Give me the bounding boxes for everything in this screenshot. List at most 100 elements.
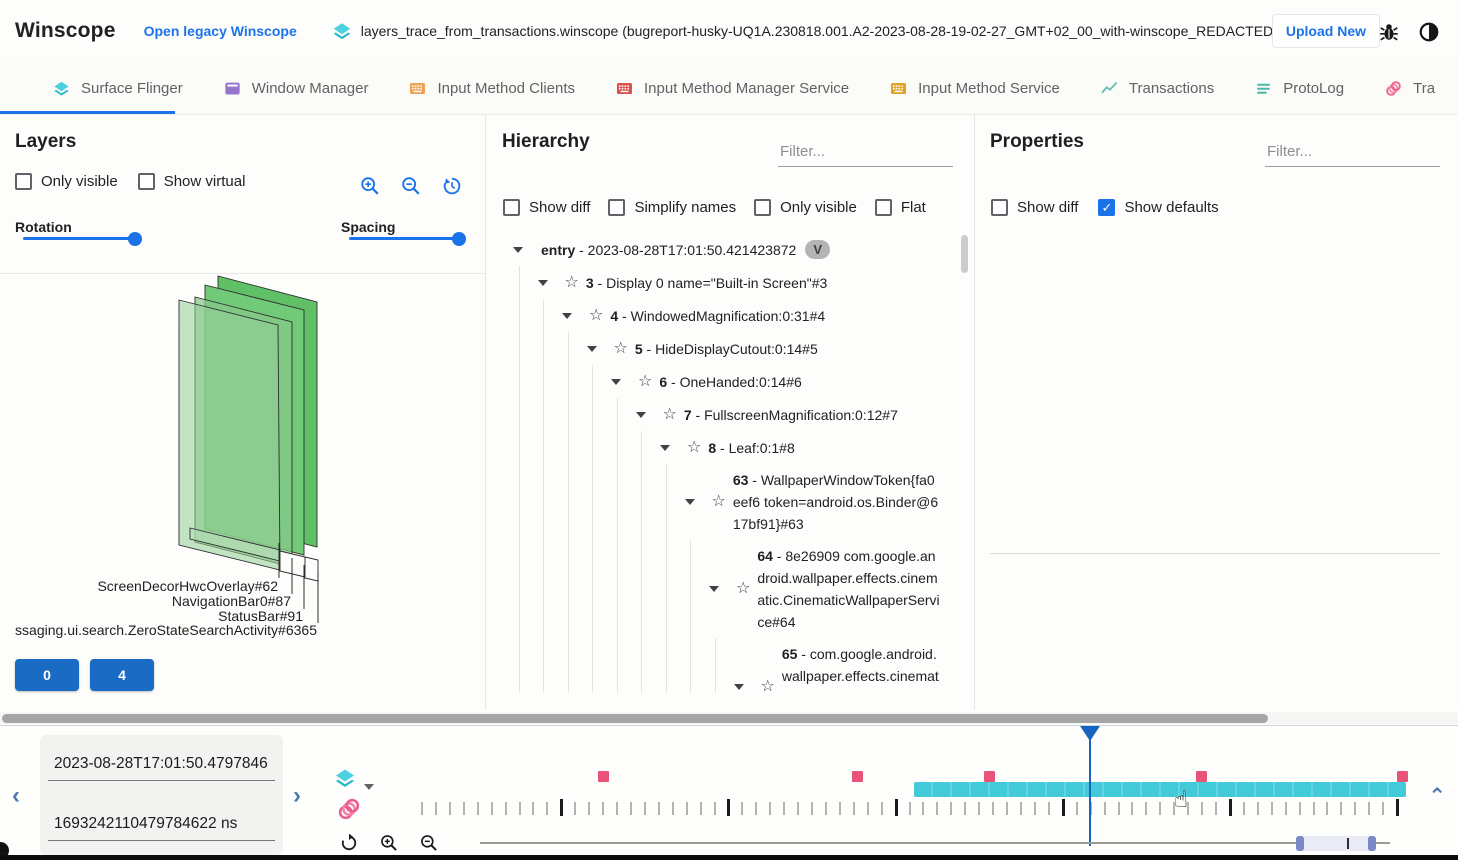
rotation-slider-track[interactable] xyxy=(23,237,136,240)
transitions-trace-icon[interactable] xyxy=(336,796,362,822)
tree-node[interactable]: ☆3 - Display 0 name="Built-in Screen"#3 xyxy=(487,266,957,299)
properties-filter-input[interactable] xyxy=(1265,139,1440,167)
checkbox[interactable] xyxy=(608,199,625,216)
tree-node[interactable]: ☆6 - OneHanded:0:14#6 xyxy=(487,365,957,398)
timeline-zoom-in-icon[interactable] xyxy=(379,833,399,853)
expand-caret-icon[interactable] xyxy=(587,346,597,352)
layer-id-button-4[interactable]: 4 xyxy=(90,659,154,691)
layers-option-only-visible[interactable]: Only visible xyxy=(15,173,118,190)
expand-caret-icon[interactable] xyxy=(538,280,548,286)
rotation-slider-thumb[interactable] xyxy=(128,232,142,246)
ruler-minor-tick xyxy=(1215,802,1217,815)
reset-view-icon[interactable] xyxy=(441,175,463,202)
timeline-range-selector[interactable] xyxy=(1296,836,1376,851)
hierarchy-option-show-diff[interactable]: Show diff xyxy=(503,199,590,216)
surfaceflinger-trace-bar[interactable] xyxy=(914,782,1406,797)
tab-input-method-service[interactable]: Input Method Service xyxy=(889,79,1060,98)
dark-mode-toggle-icon[interactable] xyxy=(1418,21,1440,43)
tree-node[interactable]: ☆ 63 - WallpaperWindowToken{fa0eef6 token… xyxy=(487,464,957,540)
range-handle-left[interactable] xyxy=(1296,836,1304,851)
tab-input-method-manager-service[interactable]: Input Method Manager Service xyxy=(615,79,849,98)
tree-node[interactable]: entry - 2023-08-28T17:01:50.421423872V xyxy=(487,233,957,266)
pin-star-icon[interactable]: ☆ xyxy=(736,581,750,597)
expand-caret-icon[interactable] xyxy=(636,412,646,418)
ruler-minor-tick xyxy=(881,802,883,815)
tab-transactions[interactable]: Transactions xyxy=(1100,79,1214,98)
expand-caret-icon[interactable] xyxy=(709,586,719,592)
range-handle-right[interactable] xyxy=(1368,836,1376,851)
properties-option-show-defaults[interactable]: ✓Show defaults xyxy=(1098,199,1218,216)
ruler-minor-tick xyxy=(769,802,771,815)
checkbox[interactable] xyxy=(875,199,892,216)
main-horizontal-scrollbar[interactable] xyxy=(0,712,1458,724)
tree-guide-line xyxy=(641,431,642,693)
refresh-icon[interactable] xyxy=(339,833,359,853)
ruler-minor-tick xyxy=(449,802,451,815)
layers-title: Layers xyxy=(15,131,76,153)
tree-node-label: 63 - WallpaperWindowToken{fa0eef6 token=… xyxy=(733,469,941,535)
pin-star-icon[interactable]: ☆ xyxy=(712,494,726,510)
checkbox[interactable] xyxy=(15,173,32,190)
expand-caret-icon[interactable] xyxy=(513,247,523,253)
zoom-in-icon[interactable] xyxy=(359,175,381,202)
timeline-zoom-out-icon[interactable] xyxy=(419,833,439,853)
open-legacy-link[interactable]: Open legacy Winscope xyxy=(144,23,297,39)
timestamp-human-input[interactable] xyxy=(48,753,275,781)
trace-select-caret-icon[interactable] xyxy=(364,784,374,790)
tree-node[interactable]: ☆64 - 8e26909 com.google.android.wallpap… xyxy=(487,540,957,638)
tree-node[interactable]: ☆5 - HideDisplayCutout:0:14#5 xyxy=(487,332,957,365)
expand-caret-icon[interactable] xyxy=(611,379,621,385)
checkbox[interactable] xyxy=(754,199,771,216)
zoom-out-icon[interactable] xyxy=(400,175,422,202)
hierarchy-option-only-visible[interactable]: Only visible xyxy=(754,199,857,216)
pin-star-icon[interactable]: ☆ xyxy=(565,275,579,291)
hierarchy-scrollbar[interactable] xyxy=(961,235,968,273)
next-entry-chevron[interactable]: › xyxy=(293,786,301,806)
checkbox[interactable] xyxy=(991,199,1008,216)
playhead-handle[interactable] xyxy=(1080,726,1100,741)
tree-node[interactable]: ☆8 - Leaf:0:1#8 xyxy=(487,431,957,464)
pin-star-icon[interactable]: ☆ xyxy=(663,407,677,423)
expand-caret-icon[interactable] xyxy=(660,445,670,451)
expand-caret-icon[interactable] xyxy=(562,313,572,319)
report-bug-icon[interactable] xyxy=(1378,21,1400,43)
timeline-range-track[interactable] xyxy=(480,842,1390,844)
pin-star-icon[interactable]: ☆ xyxy=(761,679,775,693)
checkbox[interactable] xyxy=(138,173,155,190)
tab-input-method-clients[interactable]: Input Method Clients xyxy=(408,79,575,98)
main-horizontal-scrollbar-thumb[interactable] xyxy=(2,714,1268,723)
loaded-file-chip: layers_trace_from_transactions.winscope … xyxy=(331,20,1281,42)
tab-protolog[interactable]: ProtoLog xyxy=(1254,79,1344,98)
expand-caret-icon[interactable] xyxy=(685,499,695,505)
ruler-minor-tick xyxy=(839,802,841,815)
expand-caret-icon[interactable] xyxy=(734,684,744,690)
properties-option-show-diff[interactable]: Show diff xyxy=(991,199,1078,216)
ruler-minor-tick xyxy=(672,802,674,815)
tab-tra[interactable]: Tra xyxy=(1384,79,1435,98)
pin-star-icon[interactable]: ☆ xyxy=(589,308,603,324)
hierarchy-option-simplify-names[interactable]: Simplify names xyxy=(608,199,736,216)
playhead-line[interactable] xyxy=(1089,726,1091,846)
surfaceflinger-trace-icon[interactable] xyxy=(333,766,357,790)
hierarchy-option-flat[interactable]: Flat xyxy=(875,199,926,216)
tree-node[interactable]: ☆7 - FullscreenMagnification:0:12#7 xyxy=(487,398,957,431)
transition-marker xyxy=(1196,771,1207,782)
pin-star-icon[interactable]: ☆ xyxy=(687,440,701,456)
layers-option-show-virtual[interactable]: Show virtual xyxy=(138,173,246,190)
tree-node[interactable]: ☆65 - com.google.android.wallpaper.effec… xyxy=(487,638,957,693)
spacing-slider-track[interactable] xyxy=(349,237,461,240)
pin-star-icon[interactable]: ☆ xyxy=(614,341,628,357)
tab-surface-flinger[interactable]: Surface Flinger xyxy=(52,79,183,98)
checkbox[interactable]: ✓ xyxy=(1098,199,1115,216)
prev-entry-chevron[interactable]: ‹ xyxy=(12,786,20,806)
tree-node[interactable]: ☆4 - WindowedMagnification:0:31#4 xyxy=(487,299,957,332)
upload-new-button[interactable]: Upload New xyxy=(1272,14,1380,48)
timestamp-ns-input[interactable] xyxy=(48,813,275,841)
checkbox[interactable] xyxy=(503,199,520,216)
pin-star-icon[interactable]: ☆ xyxy=(638,374,652,390)
layer-id-button-0[interactable]: 0 xyxy=(15,659,79,691)
collapse-timeline-chevron[interactable]: ⌃ xyxy=(1428,784,1446,809)
hierarchy-filter-input[interactable] xyxy=(778,139,953,167)
tab-window-manager[interactable]: Window Manager xyxy=(223,79,369,98)
spacing-slider-thumb[interactable] xyxy=(452,232,466,246)
